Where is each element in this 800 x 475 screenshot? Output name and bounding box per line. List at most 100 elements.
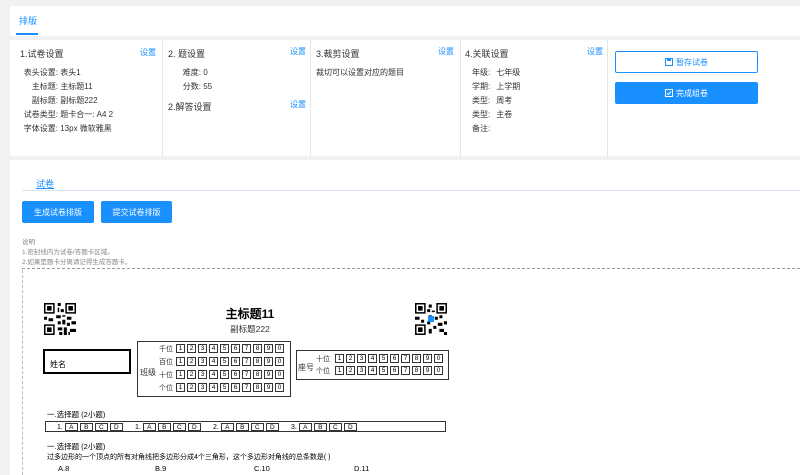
digit-cell[interactable]: 5: [220, 370, 229, 379]
digit-cell[interactable]: 0: [275, 344, 284, 353]
digit-cell[interactable]: 5: [220, 383, 229, 392]
digit-cell[interactable]: 9: [264, 383, 273, 392]
digit-cell[interactable]: 8: [253, 383, 262, 392]
digit-cell[interactable]: 8: [253, 357, 262, 366]
digit-cell[interactable]: 4: [209, 357, 218, 366]
option-box[interactable]: B: [157, 423, 171, 431]
digit-cell[interactable]: 6: [231, 357, 240, 366]
name-field[interactable]: 姓名: [43, 349, 131, 374]
option-box[interactable]: C: [328, 423, 342, 431]
crop-settings-link[interactable]: 设置: [438, 46, 454, 57]
digit-cell[interactable]: 6: [390, 366, 399, 375]
option-box[interactable]: B: [79, 423, 93, 431]
digit-cell[interactable]: 9: [264, 344, 273, 353]
digit-cell[interactable]: 4: [209, 383, 218, 392]
option-box[interactable]: B: [235, 423, 249, 431]
digit-cell[interactable]: 9: [264, 357, 273, 366]
digit-cell[interactable]: 3: [198, 344, 207, 353]
digit-cell[interactable]: 4: [368, 366, 377, 375]
digit-cell[interactable]: 8: [253, 344, 262, 353]
digit-cell[interactable]: 1: [176, 357, 185, 366]
option-box[interactable]: D: [265, 423, 279, 431]
digit-cell[interactable]: 4: [209, 344, 218, 353]
digit-cell[interactable]: 1: [176, 370, 185, 379]
generate-layout-button[interactable]: 生成试卷排版: [22, 201, 94, 223]
digit-cell[interactable]: 1: [176, 383, 185, 392]
digit-cell[interactable]: 2: [187, 344, 196, 353]
link-settings-title: 4.关联设置: [465, 49, 509, 59]
setting-key: 分数:: [182, 82, 201, 91]
save-paper-button[interactable]: 暂存试卷: [615, 51, 758, 73]
digit-cell[interactable]: 9: [264, 370, 273, 379]
digit-cell[interactable]: 7: [242, 344, 251, 353]
digit-cell[interactable]: 6: [390, 354, 399, 363]
option-box[interactable]: A: [64, 423, 78, 431]
digit-cell[interactable]: 2: [187, 357, 196, 366]
answer-settings-link[interactable]: 设置: [290, 99, 306, 110]
digit-cell[interactable]: 8: [253, 370, 262, 379]
digit-cell[interactable]: 2: [346, 366, 355, 375]
digit-cell[interactable]: 9: [423, 366, 432, 375]
digit-cell[interactable]: 6: [231, 383, 240, 392]
digit-cell[interactable]: 7: [401, 354, 410, 363]
digit-cell[interactable]: 3: [198, 370, 207, 379]
digit-cell[interactable]: 1: [335, 366, 344, 375]
tab-layout[interactable]: 排版: [19, 14, 37, 27]
crop-settings-title: 3.裁剪设置: [316, 49, 360, 59]
digit-cell[interactable]: 1: [176, 344, 185, 353]
option-box[interactable]: D: [343, 423, 357, 431]
digit-cell[interactable]: 3: [198, 383, 207, 392]
option-box[interactable]: B: [313, 423, 327, 431]
question-settings-link[interactable]: 设置: [290, 46, 306, 57]
option-box[interactable]: D: [187, 423, 201, 431]
digit-cell[interactable]: 7: [242, 383, 251, 392]
digit-cell[interactable]: 0: [275, 370, 284, 379]
setting-key: 表头设置:: [23, 68, 58, 77]
digit-cell[interactable]: 7: [401, 366, 410, 375]
option-box[interactable]: A: [298, 423, 312, 431]
digit-cell[interactable]: 3: [357, 354, 366, 363]
digit-cell[interactable]: 5: [379, 366, 388, 375]
digit-cell[interactable]: 2: [187, 383, 196, 392]
option-box[interactable]: C: [250, 423, 264, 431]
digit-cell[interactable]: 1: [335, 354, 344, 363]
digit-cell[interactable]: 6: [231, 370, 240, 379]
digit-cell[interactable]: 7: [242, 357, 251, 366]
finish-paper-button[interactable]: 完成组卷: [615, 82, 758, 104]
digit-cell[interactable]: 7: [242, 370, 251, 379]
option-box[interactable]: D: [109, 423, 123, 431]
setting-row: 副标题: 副标题222: [20, 95, 98, 106]
digit-place-label: 百位: [159, 359, 173, 366]
option-box[interactable]: C: [94, 423, 108, 431]
digit-cell[interactable]: 4: [368, 354, 377, 363]
tab-bar: 排版: [10, 6, 800, 36]
setting-row: 年级: 七年级: [472, 67, 520, 78]
digit-cell[interactable]: 4: [209, 370, 218, 379]
digit-cell[interactable]: 5: [379, 354, 388, 363]
option-box[interactable]: A: [142, 423, 156, 431]
digit-cell[interactable]: 8: [412, 354, 421, 363]
setting-value: 0: [203, 68, 208, 77]
digit-cell[interactable]: 9: [423, 354, 432, 363]
paper-settings-link[interactable]: 设置: [140, 47, 156, 58]
digit-cell[interactable]: 6: [231, 344, 240, 353]
paper-section-link[interactable]: 试卷: [36, 177, 54, 190]
option-box[interactable]: C: [172, 423, 186, 431]
setting-row: 类型: 周考: [472, 95, 512, 106]
digit-cell[interactable]: 0: [275, 383, 284, 392]
answer-group: 3. A B C D: [291, 423, 357, 431]
digit-cell[interactable]: 5: [220, 344, 229, 353]
setting-key: 主标题:: [31, 82, 58, 91]
digit-cell[interactable]: 0: [275, 357, 284, 366]
digit-cell[interactable]: 2: [346, 354, 355, 363]
option-box[interactable]: A: [220, 423, 234, 431]
digit-cell[interactable]: 5: [220, 357, 229, 366]
digit-cell[interactable]: 3: [198, 357, 207, 366]
submit-layout-button[interactable]: 提交试卷排版: [101, 201, 172, 223]
digit-cell[interactable]: 0: [434, 354, 443, 363]
digit-cell[interactable]: 2: [187, 370, 196, 379]
digit-cell[interactable]: 3: [357, 366, 366, 375]
digit-cell[interactable]: 8: [412, 366, 421, 375]
link-settings-link[interactable]: 设置: [587, 46, 603, 57]
digit-cell[interactable]: 0: [434, 366, 443, 375]
